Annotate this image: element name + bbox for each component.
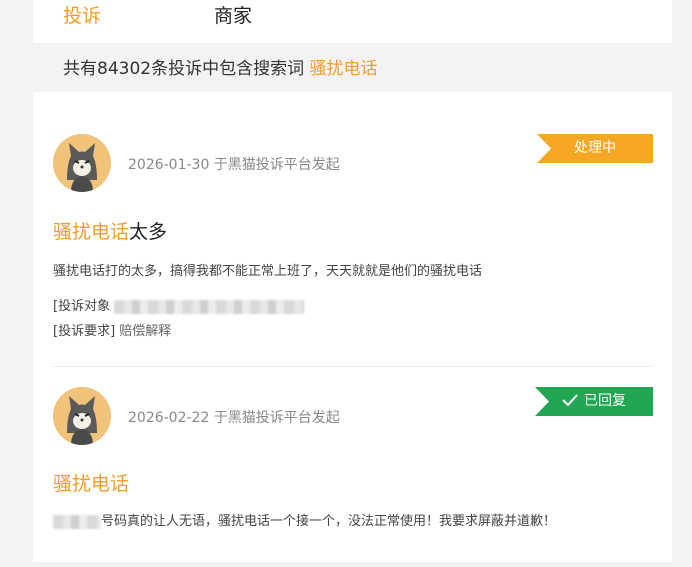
request-value: 赔偿解释 xyxy=(119,324,172,339)
description-text: 号码真的让人无语，骚扰电话一个接一个，没法正常使用！我要求屏蔽并道歉！ xyxy=(101,514,557,529)
target-label: [投诉对象 xyxy=(53,299,111,314)
card-divider xyxy=(53,366,653,367)
complaint-description: 号码真的让人无语，骚扰电话一个接一个，没法正常使用！我要求屏蔽并道歉！ xyxy=(53,513,556,531)
complaint-card[interactable]: 2026-01-30 于黑猫投诉平台发起 处理中 骚扰电话太多 骚扰电话打的太多… xyxy=(53,134,653,344)
status-label: 处理中 xyxy=(574,140,616,156)
complaint-card[interactable]: 2026-02-22 于黑猫投诉平台发起 已回复 骚扰电话 号码真的让人无语，骚… xyxy=(53,387,653,567)
search-summary: 共有84302条投诉中包含搜索词 骚扰电话 xyxy=(63,57,377,81)
avatar xyxy=(53,134,111,192)
request-label: [投诉要求] xyxy=(53,324,116,339)
status-badge: 已回复 xyxy=(535,387,653,416)
status-label: 已回复 xyxy=(584,393,626,409)
summary-text: 共有84302条投诉中包含搜索词 xyxy=(63,59,310,79)
complaint-list: 2026-01-30 于黑猫投诉平台发起 处理中 骚扰电话太多 骚扰电话打的太多… xyxy=(33,92,672,562)
redacted-text xyxy=(114,299,305,314)
tab-bar: 投诉 商家 xyxy=(33,0,672,43)
tab-complaints[interactable]: 投诉 xyxy=(63,4,101,28)
complaint-title[interactable]: 骚扰电话 xyxy=(53,471,129,497)
redacted-text xyxy=(53,514,101,529)
search-keyword: 骚扰电话 xyxy=(309,59,378,79)
cat-avatar-icon xyxy=(53,134,111,192)
avatar xyxy=(53,387,111,445)
complaint-meta: 2026-01-30 于黑猫投诉平台发起 xyxy=(128,157,340,173)
complaint-meta: 2026-02-22 于黑猫投诉平台发起 xyxy=(128,410,340,426)
cat-avatar-icon xyxy=(53,387,111,445)
title-keyword: 骚扰电话 xyxy=(53,473,130,495)
complaint-description: 骚扰电话打的太多，搞得我都不能正常上班了，天天就就是他们的骚扰电话 xyxy=(53,264,483,279)
complaint-title[interactable]: 骚扰电话太多 xyxy=(53,219,167,245)
complaint-target: [投诉对象 xyxy=(53,298,305,316)
page: 投诉 商家 共有84302条投诉中包含搜索词 骚扰电话 2026-01-30 于… xyxy=(0,0,692,562)
complaint-request: [投诉要求] 赔偿解释 xyxy=(53,323,171,341)
status-badge: 处理中 xyxy=(537,134,653,163)
tab-merchants[interactable]: 商家 xyxy=(214,4,252,28)
title-rest: 太多 xyxy=(129,221,168,243)
title-keyword: 骚扰电话 xyxy=(53,221,130,243)
check-icon xyxy=(562,394,578,406)
